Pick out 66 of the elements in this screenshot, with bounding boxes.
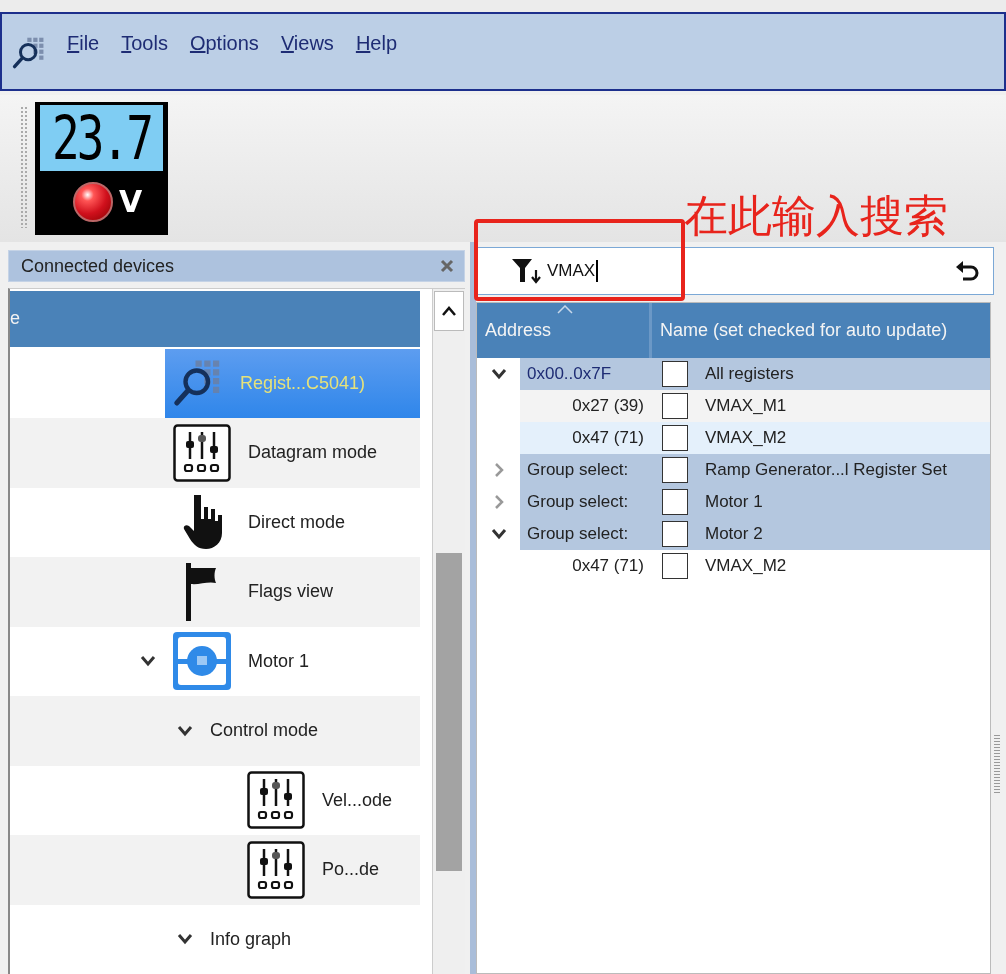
sliders-icon <box>247 771 305 830</box>
scroll-up-button[interactable] <box>434 291 464 331</box>
address-cell-text: 0x00..0x7F <box>526 364 613 384</box>
search-field[interactable]: VMAX <box>476 247 994 295</box>
menu-item[interactable]: Options <box>178 30 270 57</box>
register-name: All registers <box>705 364 794 384</box>
motor-icon <box>173 632 231 691</box>
menu-item[interactable]: File <box>56 30 111 57</box>
caret-up-icon <box>442 306 457 316</box>
sliders-icon <box>247 840 305 899</box>
close-icon[interactable] <box>440 259 454 273</box>
chevron-down-icon[interactable] <box>140 655 156 668</box>
address-cell-text: Group select: <box>526 460 630 480</box>
undo-icon[interactable] <box>955 259 979 283</box>
chevron-down-icon[interactable] <box>490 528 507 540</box>
address-cell-text: 0x47 (71) <box>571 556 645 576</box>
checkbox[interactable] <box>662 361 688 387</box>
checkbox[interactable] <box>662 393 688 419</box>
address-cell-text: Group select: <box>526 492 630 512</box>
unit-label: V <box>118 184 143 219</box>
address-cell-text: 0x27 (39) <box>571 396 645 416</box>
checkbox[interactable] <box>662 457 688 483</box>
tree-item[interactable]: Direct mode <box>165 487 421 557</box>
column-header[interactable]: e <box>10 308 20 330</box>
table-row[interactable]: 0x47 (71) VMAX_M2 <box>520 422 990 454</box>
address-cell-text: 0x47 (71) <box>571 428 645 448</box>
table-row[interactable]: 0x00..0x7F All registers <box>520 358 990 390</box>
table-row[interactable]: Group select: Motor 2 <box>520 518 990 550</box>
sort-ascending-icon <box>557 305 573 314</box>
chevron-right-icon[interactable] <box>492 494 505 510</box>
panel-title: Connected devices <box>21 255 175 277</box>
app-icon <box>12 36 46 70</box>
annotation-label: 在此输入搜索 <box>684 189 948 243</box>
voltage-reading: 23.7 <box>52 102 151 174</box>
splitter-grip-icon[interactable] <box>994 735 1000 793</box>
column-header[interactable]: Name (set checked for auto update) <box>652 303 990 358</box>
register-name: VMAX_M1 <box>705 396 787 416</box>
tree-item[interactable]: Info graph <box>202 904 421 974</box>
tree-item[interactable]: Vel...ode <box>239 765 421 835</box>
chevron-down-icon[interactable] <box>490 368 507 380</box>
table-row[interactable]: Group select: Motor 1 <box>520 486 990 518</box>
register-name: Ramp Generator...l Register Set <box>705 460 947 480</box>
checkbox[interactable] <box>662 553 688 579</box>
menu-item[interactable]: Help <box>344 30 409 57</box>
address-cell-text: Group select: <box>526 524 630 544</box>
menu-item[interactable]: Tools <box>110 30 179 57</box>
toolbar-grip-icon[interactable] <box>20 106 28 228</box>
table-row[interactable]: Group select: Ramp Generator...l Register Set <box>520 454 990 486</box>
chevron-down-icon[interactable] <box>177 933 193 946</box>
register-name: Motor 2 <box>705 524 763 544</box>
scrollbar-thumb[interactable] <box>436 553 462 871</box>
filter-icon[interactable] <box>511 258 541 284</box>
checkbox[interactable] <box>662 425 688 451</box>
register-name: Motor 1 <box>705 492 763 512</box>
chevron-down-icon[interactable] <box>177 724 193 737</box>
checkbox[interactable] <box>662 489 688 515</box>
status-led-icon <box>72 181 113 222</box>
tree-item[interactable]: Motor 1 <box>165 626 421 696</box>
register-name: VMAX_M2 <box>705 428 787 448</box>
register-name: VMAX_M2 <box>705 556 787 576</box>
checkbox[interactable] <box>662 521 688 547</box>
menu-item[interactable]: Views <box>269 30 345 57</box>
table-row[interactable]: 0x47 (71) VMAX_M2 <box>520 550 990 582</box>
table-row[interactable]: 0x27 (39) VMAX_M1 <box>520 390 990 422</box>
sliders-icon <box>173 423 231 482</box>
chevron-right-icon[interactable] <box>492 462 505 478</box>
